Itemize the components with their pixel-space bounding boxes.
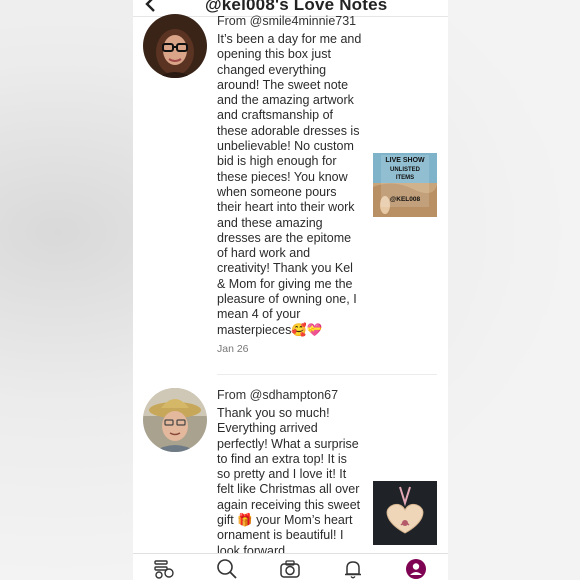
- note-sender[interactable]: From @sdhampton67: [217, 388, 338, 402]
- note-date: Jan 26: [217, 343, 249, 355]
- search-icon[interactable]: [216, 558, 238, 580]
- chevron-left-icon[interactable]: [141, 0, 161, 14]
- note-text: It’s been a day for me and opening this …: [217, 32, 362, 337]
- love-notes-panel: @kel008's Love Notes From @smile4minnie7…: [133, 0, 448, 580]
- note-divider: [217, 374, 437, 375]
- avatar[interactable]: [143, 14, 207, 78]
- thumb-line-2: UNLISTED: [390, 166, 420, 173]
- camera-icon[interactable]: [279, 558, 301, 580]
- avatar-photo: [143, 388, 207, 452]
- thumb-line-4: @KEL008: [389, 195, 421, 203]
- profile-icon[interactable]: [405, 558, 427, 580]
- thumb-line-1: LIVE SHOW: [385, 157, 425, 164]
- note-sender[interactable]: From @smile4minnie731: [217, 14, 356, 28]
- feed-icon[interactable]: [153, 558, 175, 580]
- listing-thumbnail[interactable]: [373, 481, 437, 545]
- avatar[interactable]: [143, 388, 207, 452]
- thumb-line-3: ITEMS: [395, 175, 415, 181]
- note-text: Thank you so much! Everything arrived pe…: [217, 406, 361, 558]
- listing-thumbnail[interactable]: LIVE SHOW UNLISTED ITEMS @KEL008: [373, 153, 437, 217]
- bell-icon[interactable]: [342, 558, 364, 580]
- bottom-nav: [133, 553, 448, 580]
- thumbnail-caption: LIVE SHOW UNLISTED ITEMS @KEL008: [373, 157, 437, 204]
- page-title: @kel008's Love Notes: [205, 0, 388, 14]
- heart-ornament-icon: [373, 481, 437, 545]
- avatar-photo: [143, 14, 207, 78]
